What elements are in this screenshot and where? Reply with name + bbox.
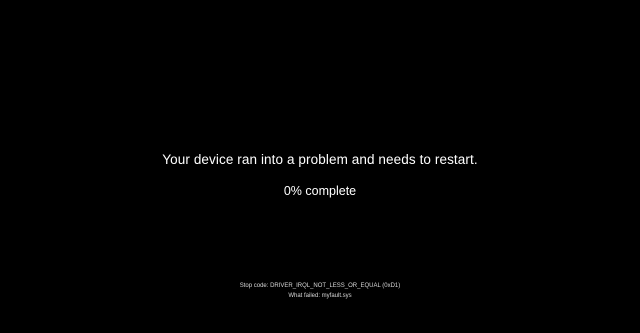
error-details: Stop code: DRIVER_IRQL_NOT_LESS_OR_EQUAL…	[0, 281, 640, 301]
bsod-screen: Your device ran into a problem and needs…	[0, 0, 640, 333]
restart-progress-text: 0% complete	[283, 184, 357, 198]
what-failed-text: What failed: myfault.sys	[288, 293, 352, 299]
stop-code-text: Stop code: DRIVER_IRQL_NOT_LESS_OR_EQUAL…	[239, 283, 401, 289]
error-message: Your device ran into a problem and needs…	[162, 152, 478, 167]
